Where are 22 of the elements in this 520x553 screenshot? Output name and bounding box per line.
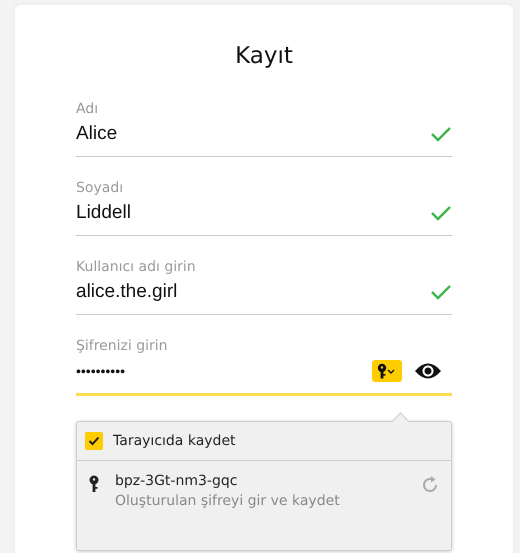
field-value: alice.the.girl [76,281,178,303]
checkmark-icon [88,436,100,446]
field-value: Liddell [76,202,132,224]
save-checkbox[interactable] [85,432,103,450]
field-label: Soyadı [76,179,124,197]
input-field[interactable]: Soyadı Liddell [76,179,452,236]
password-suggestion[interactable]: bpz-3Gt-nm3-gqc Oluşturulan şifreyi gir ve kaydet [77,461,451,509]
input-field[interactable]: Şifrenizi girin •••••••••• [76,337,452,396]
form-title: Kayıt [234,43,294,69]
field-value: •••••••••• [76,363,126,379]
suggested-password: bpz-3Gt-nm3-gqc [115,473,238,489]
field-label: Kullanıcı adı girin [76,258,197,276]
suggestion-hint: Oluşturulan şifreyi gir ve kaydet [115,493,341,509]
input-field[interactable]: Adı Alice [76,100,452,157]
save-label: Tarayıcıda kaydet [113,433,236,449]
field-label: Adı [76,100,100,118]
key-icon [89,475,99,493]
input-field[interactable]: Kullanıcı adı girin alice.the.girl [76,258,452,315]
eye-icon[interactable] [414,362,442,380]
field-value: Alice [76,123,118,145]
field-label: Şifrenizi girin [76,337,169,355]
key-dropdown-button[interactable] [372,360,402,382]
